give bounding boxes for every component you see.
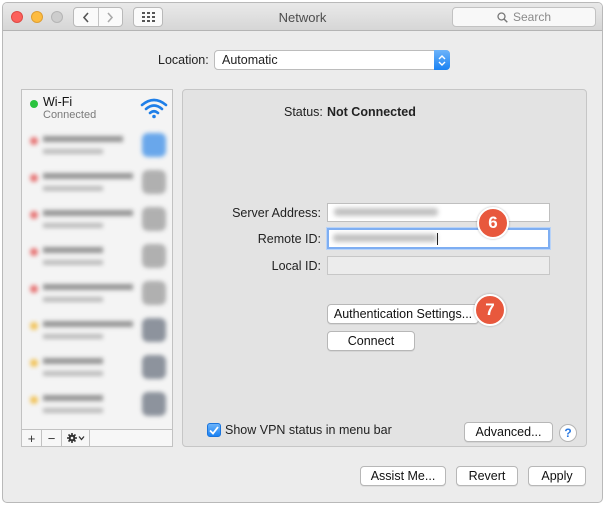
remote-id-field[interactable] [327, 228, 550, 249]
obscured-text [43, 334, 103, 339]
obscured-text [43, 210, 133, 216]
chevron-updown-icon [438, 54, 446, 66]
service-item-obscured[interactable] [22, 312, 172, 348]
connect-button[interactable]: Connect [327, 331, 415, 351]
service-list-toolbar: + − [21, 429, 173, 447]
search-icon [497, 11, 508, 23]
service-item-wifi[interactable]: Wi-Fi Connected [22, 90, 172, 126]
wifi-icon [140, 98, 168, 119]
service-item-obscured[interactable] [22, 127, 172, 163]
show-vpn-status-checkbox[interactable] [207, 423, 221, 437]
revert-button[interactable]: Revert [456, 466, 518, 486]
obscured-text [43, 284, 133, 290]
service-item-obscured[interactable] [22, 349, 172, 385]
remove-service-button[interactable]: − [42, 430, 62, 446]
remote-id-label: Remote ID: [257, 232, 321, 246]
redacted-text [334, 208, 438, 216]
service-item-obscured[interactable] [22, 275, 172, 311]
advanced-button[interactable]: Advanced... [464, 422, 553, 442]
server-address-label: Server Address: [232, 206, 321, 220]
help-button[interactable]: ? [559, 424, 577, 442]
server-address-field[interactable] [327, 203, 550, 222]
ethernet-icon [142, 170, 166, 194]
local-id-field[interactable] [327, 256, 550, 275]
service-item-obscured[interactable] [22, 386, 172, 422]
local-id-label: Local ID: [271, 259, 321, 273]
service-name: Wi-Fi [43, 95, 73, 109]
status-dot [30, 137, 38, 145]
status-dot [30, 174, 38, 182]
text-cursor [437, 233, 438, 245]
service-status: Connected [43, 109, 97, 121]
location-value: Automatic [222, 53, 278, 67]
obscured-text [43, 136, 123, 142]
authentication-settings-button[interactable]: Authentication Settings... [327, 304, 479, 324]
status-dot [30, 285, 38, 293]
network-preferences-window: Network Search Location: Automatic Wi-Fi… [2, 2, 603, 503]
apply-button[interactable]: Apply [528, 466, 586, 486]
vpn-lock-icon [142, 318, 166, 342]
service-item-obscured[interactable] [22, 238, 172, 274]
status-dot [30, 100, 38, 108]
status-dot [30, 248, 38, 256]
obscured-text [43, 408, 103, 413]
status-dot [30, 359, 38, 367]
obscured-text [43, 223, 103, 228]
obscured-text [43, 321, 133, 327]
checkmark-icon [209, 425, 219, 435]
redacted-text [333, 234, 437, 242]
show-vpn-status-label: Show VPN status in menu bar [225, 423, 392, 437]
bluetooth-icon [142, 133, 166, 157]
service-item-obscured[interactable] [22, 201, 172, 237]
obscured-text [43, 247, 103, 253]
search-input[interactable]: Search [452, 7, 596, 27]
status-dot [30, 211, 38, 219]
ethernet-icon [142, 281, 166, 305]
vpn-configuration-panel: Status: Not Connected Server Address: Re… [182, 89, 587, 447]
status-label: Status: [284, 105, 323, 119]
status-value: Not Connected [327, 105, 416, 119]
status-dot [30, 396, 38, 404]
gear-icon [66, 433, 84, 443]
location-stepper[interactable] [434, 50, 450, 70]
vpn-lock-icon [142, 355, 166, 379]
vpn-lock-icon [142, 392, 166, 416]
location-select[interactable]: Automatic [214, 50, 450, 70]
location-label: Location: [158, 53, 209, 67]
service-item-obscured[interactable] [22, 164, 172, 200]
obscured-text [43, 371, 103, 376]
obscured-text [43, 173, 133, 179]
title-bar: Network Search [3, 3, 602, 31]
service-actions-button[interactable] [62, 430, 90, 446]
obscured-text [43, 260, 103, 265]
obscured-text [43, 149, 103, 154]
add-service-button[interactable]: + [22, 430, 42, 446]
callout-badge-6: 6 [477, 207, 509, 239]
search-placeholder: Search [512, 10, 552, 24]
phone-icon [142, 244, 166, 268]
obscured-text [43, 297, 103, 302]
callout-badge-7: 7 [474, 294, 506, 326]
assist-me-button[interactable]: Assist Me... [360, 466, 446, 486]
obscured-text [43, 395, 103, 401]
service-list: Wi-Fi Connected [21, 89, 173, 429]
obscured-text [43, 186, 103, 191]
status-dot [30, 322, 38, 330]
obscured-text [43, 358, 103, 364]
ethernet-icon [142, 207, 166, 231]
